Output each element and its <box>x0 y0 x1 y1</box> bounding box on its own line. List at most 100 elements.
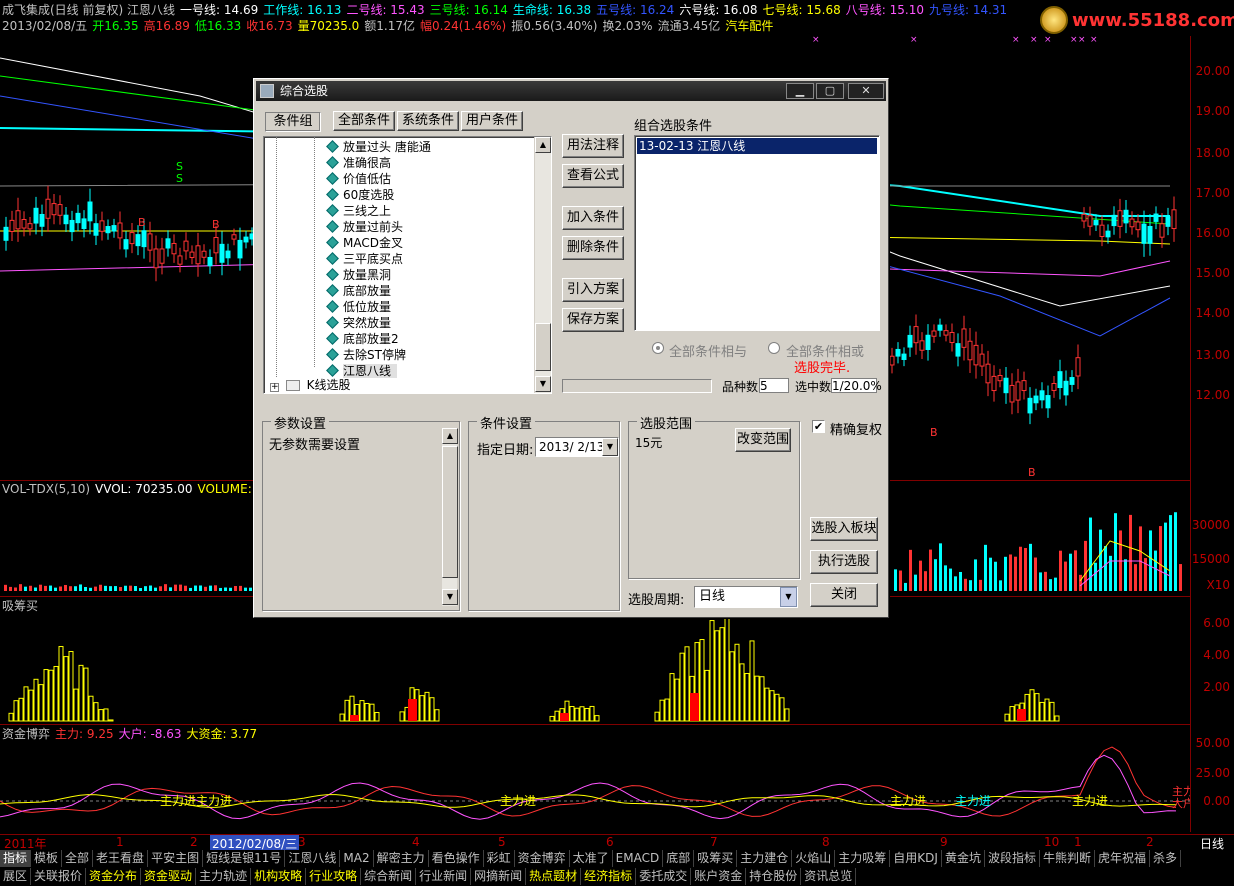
change-range-button[interactable]: 改变范围 <box>735 428 791 452</box>
indicator-tab[interactable]: MA2 <box>340 850 374 867</box>
info-tab[interactable]: 委托成交 <box>636 868 692 885</box>
tree-item[interactable]: 准确很高 <box>326 155 391 171</box>
dialog-action-button[interactable]: 引入方案 <box>562 278 624 302</box>
indicator-tab[interactable]: EMACD <box>613 850 664 867</box>
indicator-tab[interactable]: 模板 <box>31 850 63 867</box>
period-dropdown-icon[interactable]: ▼ <box>780 587 797 607</box>
add-to-block-button[interactable]: 选股入板块 <box>810 517 878 541</box>
condition-tree[interactable]: 放量过头 唐能通 准确很高 价值低估 60度选股 三线之上 放量过前头 MACD金叉 三平底买… <box>263 136 552 394</box>
info-tab[interactable]: 资金驱动 <box>141 868 197 885</box>
dialog-action-button[interactable]: 删除条件 <box>562 236 624 260</box>
run-screener-button[interactable]: 执行选股 <box>810 550 878 574</box>
tree-scrollbar[interactable]: ▲ ▼ <box>534 137 551 393</box>
scroll-thumb[interactable] <box>535 323 551 371</box>
dialog-action-button[interactable]: 加入条件 <box>562 206 624 230</box>
dialog-tab[interactable]: 条件组 <box>265 112 321 132</box>
close-dialog-button[interactable]: 关闭 <box>810 583 878 607</box>
quote-field-5: 量70235.0 <box>297 19 360 33</box>
info-tab[interactable]: 行业新闻 <box>416 868 472 885</box>
tree-folder-kline[interactable]: + K线选股 <box>270 377 351 393</box>
dialog-action-button[interactable]: 用法注释 <box>562 134 624 158</box>
indicator-tab[interactable]: 火焰山 <box>792 850 836 867</box>
param-group: 参数设置 无参数需要设置 ▲ ▼ <box>262 413 460 611</box>
close-icon[interactable]: ✕ <box>848 83 884 99</box>
indicator-tab[interactable]: 江恩八线 <box>285 850 341 867</box>
tree-item[interactable]: 放量过前头 <box>326 219 403 235</box>
indicator-tab[interactable]: 黄金坑 <box>942 850 985 867</box>
period-select[interactable]: 日线 ▼ <box>694 586 798 608</box>
info-tab[interactable]: 行业攻略 <box>306 868 362 885</box>
info-tab[interactable]: 账户资金 <box>691 868 747 885</box>
info-tab[interactable]: 展区 <box>0 868 32 885</box>
indicator-tab[interactable]: 杀多 <box>1150 850 1182 867</box>
indicator-tab[interactable]: 主力建仓 <box>737 850 793 867</box>
dialog-action-button[interactable]: 保存方案 <box>562 308 624 332</box>
indicator-tab[interactable]: 波段指标 <box>985 850 1040 867</box>
indicator-tab[interactable]: 全部 <box>62 850 94 867</box>
dialog-action-button[interactable]: 查看公式 <box>562 164 624 188</box>
tree-item[interactable]: 去除ST停牌 <box>326 347 406 363</box>
info-tab[interactable]: 经济指标 <box>581 868 637 885</box>
indicator-tab[interactable]: 短线是银11号 <box>203 850 286 867</box>
indicator-tab[interactable]: 牛熊判断 <box>1040 850 1095 867</box>
tree-item[interactable]: 底部放量 <box>326 283 391 299</box>
tree-item[interactable]: 底部放量2 <box>326 331 399 347</box>
info-tab[interactable]: 资讯总览 <box>801 868 857 885</box>
tree-item-label: 三平底买点 <box>343 252 404 266</box>
info-tab[interactable]: 机构攻略 <box>251 868 307 885</box>
radio-or[interactable] <box>768 342 780 354</box>
info-tab[interactable]: 关联报价 <box>31 868 87 885</box>
param-scrollbar[interactable]: ▲ ▼ <box>441 428 458 606</box>
formula-icon <box>326 156 339 169</box>
scroll-down-icon[interactable]: ▼ <box>535 376 551 392</box>
indicator-tab[interactable]: 自用KDJ <box>890 850 942 867</box>
indicator-tab[interactable]: 太准了 <box>570 850 613 867</box>
indicator-tab[interactable]: 看色操作 <box>429 850 484 867</box>
info-tab[interactable]: 热点题材 <box>526 868 582 885</box>
tree-item[interactable]: 三平底买点 <box>326 251 404 267</box>
selected-label: 选中数 <box>795 380 832 394</box>
info-tab[interactable]: 综合新闻 <box>361 868 417 885</box>
info-tab[interactable]: 资金分布 <box>86 868 142 885</box>
tree-item[interactable]: 三线之上 <box>326 203 391 219</box>
radio-and[interactable] <box>652 342 664 354</box>
dialog-tab[interactable]: 系统条件 <box>397 111 459 131</box>
dialog-tab[interactable]: 用户条件 <box>461 111 523 131</box>
indicator-tab[interactable]: 平安主图 <box>148 850 204 867</box>
param-scroll-up-icon[interactable]: ▲ <box>442 428 458 444</box>
combo-conditions-list[interactable]: 13-02-13 江恩八线 <box>634 135 880 331</box>
dialog-titlebar[interactable]: 综合选股 ▁ ▢ ✕ <box>256 81 886 101</box>
precise-checkbox[interactable]: ✔ <box>812 420 825 433</box>
expand-icon[interactable]: + <box>270 383 279 392</box>
param-scroll-down-icon[interactable]: ▼ <box>442 589 458 605</box>
indicator-tab[interactable]: 主力吸筹 <box>835 850 891 867</box>
param-scroll-thumb[interactable] <box>442 446 458 578</box>
combo-condition-item[interactable]: 13-02-13 江恩八线 <box>637 138 877 154</box>
info-tab[interactable]: 持仓股份 <box>746 868 802 885</box>
date-picker[interactable]: 2013/ 2/13 ▼ <box>535 437 619 457</box>
indicator-tab[interactable]: 指标 <box>0 850 32 867</box>
date-dropdown-icon[interactable]: ▼ <box>602 438 618 456</box>
tree-item[interactable]: 价值低估 <box>326 171 391 187</box>
indicator-tab[interactable]: 底部 <box>663 850 695 867</box>
indicator-tab[interactable]: 吸筹买 <box>694 850 738 867</box>
info-tab[interactable]: 主力轨迹 <box>196 868 252 885</box>
indicator-tab[interactable]: 资金博弈 <box>515 850 570 867</box>
zijin-pane[interactable]: 资金博弈 主力: 9.25 大户: -8.63 大资金: 3.77 主力进主力进 主力进… <box>0 724 1190 832</box>
tree-item[interactable]: MACD金叉 <box>326 235 403 251</box>
scroll-up-icon[interactable]: ▲ <box>535 137 551 153</box>
indicator-tab[interactable]: 彩虹 <box>484 850 515 867</box>
indicator-tab[interactable]: 老王看盘 <box>93 850 149 867</box>
maximize-button[interactable]: ▢ <box>816 83 844 99</box>
tree-item[interactable]: 放量黑洞 <box>326 267 391 283</box>
tree-item-label: MACD金叉 <box>343 236 403 250</box>
tree-item[interactable]: 60度选股 <box>326 187 394 203</box>
indicator-tab[interactable]: 虎年祝福 <box>1095 850 1151 867</box>
tree-item[interactable]: 低位放量 <box>326 299 391 315</box>
dialog-tab[interactable]: 全部条件 <box>333 111 395 131</box>
tree-item[interactable]: 突然放量 <box>326 315 391 331</box>
minimize-button[interactable]: ▁ <box>786 83 814 99</box>
indicator-tab[interactable]: 解密主力 <box>374 850 429 867</box>
info-tab[interactable]: 网摘新闻 <box>471 868 527 885</box>
tree-item[interactable]: 放量过头 唐能通 <box>326 139 431 155</box>
